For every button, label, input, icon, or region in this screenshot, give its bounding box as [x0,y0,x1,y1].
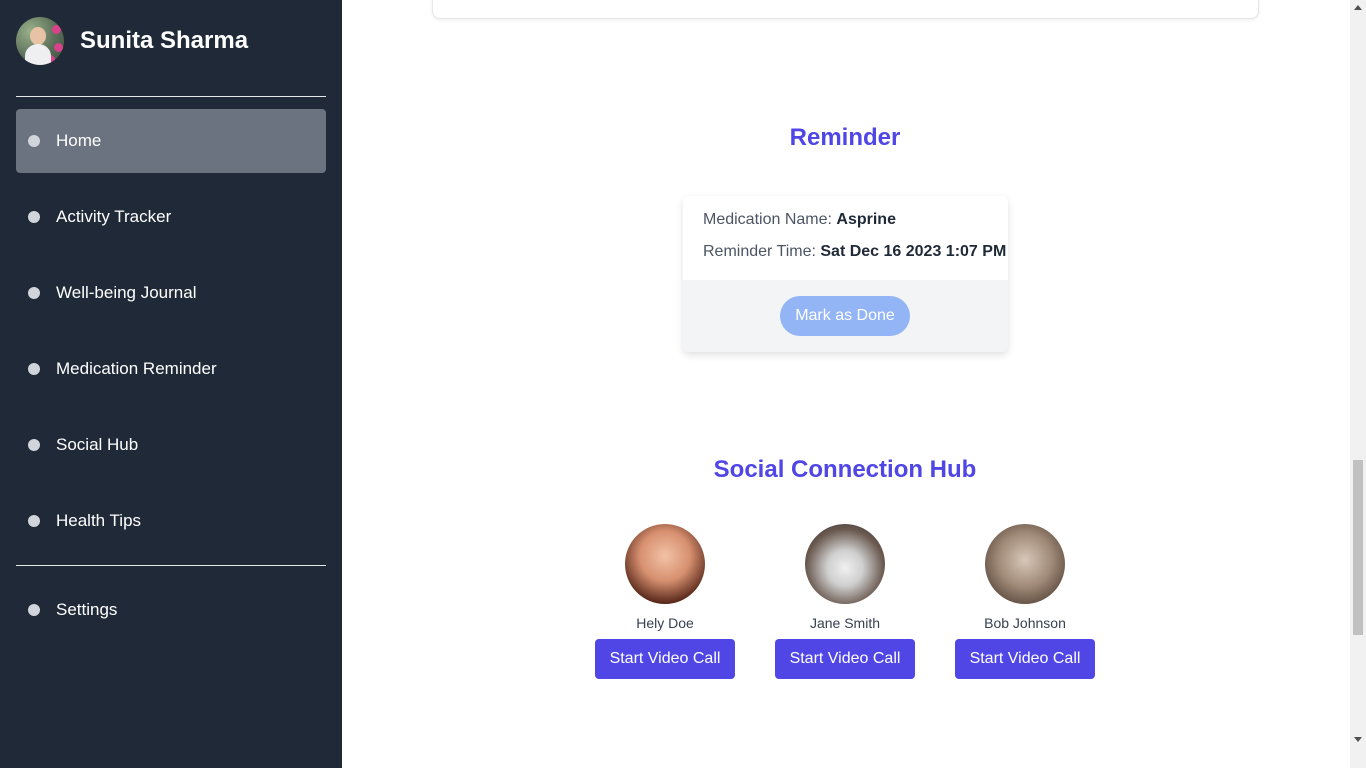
scroll-down-icon[interactable] [1354,737,1362,742]
contact-card: Jane Smith Start Video Call [775,524,915,679]
reminder-card-footer: Mark as Done [683,280,1008,352]
sidebar-divider [16,96,326,97]
user-profile[interactable]: Sunita Sharma [16,16,248,66]
bullet-icon [28,604,40,616]
reminder-time-label: Reminder Time: [703,243,816,260]
reminder-time-value: Sat Dec 16 2023 1:07 PM [820,243,1007,260]
contact-card: Hely Doe Start Video Call [595,524,735,679]
sidebar-item-social-hub[interactable]: Social Hub [16,413,326,477]
sidebar-item-label: Medication Reminder [56,359,217,378]
contact-card: Bob Johnson Start Video Call [955,524,1095,679]
reminder-time-row: Reminder Time: Sat Dec 16 2023 1:07 PM [703,243,1006,261]
sidebar-item-label: Health Tips [56,511,142,530]
reminder-title: Reminder [789,124,901,151]
scroll-up-icon[interactable] [1354,5,1362,10]
bullet-icon [28,211,40,223]
bullet-icon [28,287,40,299]
sidebar-item-home[interactable]: Home [16,109,326,173]
reminder-card: Medication Name: Asprine Reminder Time: … [683,196,1008,352]
sidebar-item-medication-reminder[interactable]: Medication Reminder [16,337,326,401]
start-video-call-button[interactable]: Start Video Call [595,639,735,679]
previous-section-card [432,0,1259,19]
bullet-icon [28,439,40,451]
sidebar-item-health-tips[interactable]: Health Tips [16,489,326,553]
sidebar: Sunita Sharma Home Activity Tracker Well… [0,0,342,768]
user-name: Sunita Sharma [80,27,249,54]
medication-name-row: Medication Name: Asprine [703,211,896,229]
contact-photo [625,524,705,604]
social-hub-title: Social Connection Hub [713,456,977,483]
bullet-icon [28,135,40,147]
main-content: Reminder Medication Name: Asprine Remind… [342,0,1350,768]
sidebar-divider [16,565,326,566]
contact-name: Jane Smith [809,615,881,631]
avatar [16,17,64,65]
vertical-scrollbar[interactable] [1350,0,1366,768]
mark-as-done-button[interactable]: Mark as Done [780,296,910,336]
contact-name: Bob Johnson [984,615,1066,631]
contact-name: Hely Doe [636,615,694,631]
contact-photo [985,524,1065,604]
sidebar-item-wellbeing-journal[interactable]: Well-being Journal [16,261,326,325]
sidebar-item-label: Well-being Journal [56,283,197,302]
sidebar-item-label: Activity Tracker [56,207,172,226]
start-video-call-button[interactable]: Start Video Call [955,639,1095,679]
contact-photo [805,524,885,604]
sidebar-item-settings[interactable]: Settings [16,578,326,642]
start-video-call-button[interactable]: Start Video Call [775,639,915,679]
scrollbar-thumb[interactable] [1353,460,1363,635]
sidebar-item-activity-tracker[interactable]: Activity Tracker [16,185,326,249]
bullet-icon [28,363,40,375]
sidebar-item-label: Social Hub [56,435,139,454]
medication-name-label: Medication Name: [703,211,832,228]
sidebar-item-label: Home [56,131,102,150]
medication-name-value: Asprine [836,211,896,228]
sidebar-item-label: Settings [56,600,118,619]
bullet-icon [28,515,40,527]
